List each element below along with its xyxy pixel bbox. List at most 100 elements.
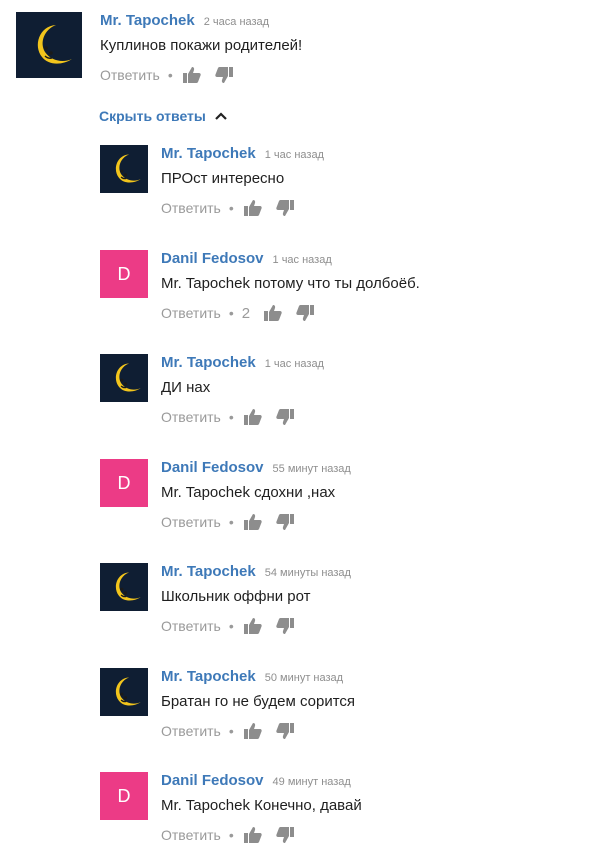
reply-button[interactable]: Ответить bbox=[161, 200, 221, 216]
thumbs-down-icon[interactable] bbox=[274, 720, 296, 742]
thumbs-up-icon[interactable] bbox=[181, 64, 203, 86]
reply-button[interactable]: Ответить bbox=[100, 67, 160, 83]
comment-header: Mr. Tapochek 50 минут назад bbox=[161, 668, 355, 685]
thumbs-down-icon[interactable] bbox=[274, 511, 296, 533]
reply-comment-3: Mr. Tapochek 1 час назад ДИ нах Ответить… bbox=[100, 354, 324, 428]
comment-time[interactable]: 2 часа назад bbox=[204, 16, 269, 28]
top-comment: Mr. Tapochek 2 часа назад Куплинов покаж… bbox=[16, 12, 302, 86]
avatar[interactable]: D bbox=[100, 250, 148, 298]
crescent-moon-avatar-icon bbox=[115, 154, 141, 183]
avatar[interactable]: D bbox=[100, 772, 148, 820]
comment-actions: Ответить • bbox=[100, 64, 302, 86]
comment-text: Mr. Tapochek сдохни ,нах bbox=[161, 484, 336, 501]
chevron-up-icon bbox=[214, 111, 228, 121]
reply-button[interactable]: Ответить bbox=[161, 409, 221, 425]
thumbs-up-icon[interactable] bbox=[242, 511, 264, 533]
thumbs-up-icon[interactable] bbox=[242, 720, 264, 742]
author-name[interactable]: Danil Fedosov bbox=[161, 459, 264, 476]
reply-button[interactable]: Ответить bbox=[161, 305, 221, 321]
comment-time[interactable]: 1 час назад bbox=[273, 254, 332, 266]
comment-time[interactable]: 1 час назад bbox=[265, 149, 324, 161]
comment-text: Школьник оффни рот bbox=[161, 588, 311, 605]
reply-comment-2: D Danil Fedosov 1 час назад Mr. Tapochek… bbox=[100, 250, 420, 324]
reply-comment-4: D Danil Fedosov 55 минут назад Mr. Tapoc… bbox=[100, 459, 351, 533]
comment-text: Mr. Tapochek Конечно, давай bbox=[161, 797, 362, 814]
comment-time[interactable]: 1 час назад bbox=[265, 358, 324, 370]
comment-text: Братан го не будем сорится bbox=[161, 693, 356, 710]
thumbs-down-icon[interactable] bbox=[294, 302, 316, 324]
reply-comment-7: D Danil Fedosov 49 минут назад Mr. Tapoc… bbox=[100, 772, 362, 846]
comment-header: Danil Fedosov 49 минут назад bbox=[161, 772, 362, 789]
reply-button[interactable]: Ответить bbox=[161, 618, 221, 634]
comment-body: Mr. Tapochek 1 час назад ДИ нах Ответить… bbox=[161, 354, 324, 428]
avatar[interactable] bbox=[100, 563, 148, 611]
comment-time[interactable]: 54 минуты назад bbox=[265, 567, 351, 579]
comment-text: Куплинов покажи родителей! bbox=[100, 37, 303, 54]
reply-button[interactable]: Ответить bbox=[161, 723, 221, 739]
comment-body: Mr. Tapochek 1 час назад ПРОст интересно… bbox=[161, 145, 324, 219]
separator-dot: • bbox=[228, 827, 234, 843]
avatar[interactable]: D bbox=[100, 459, 148, 507]
comment-actions: Ответить • bbox=[161, 406, 324, 428]
comment-body: Mr. Tapochek 54 минуты назад Школьник оф… bbox=[161, 563, 351, 637]
comment-text: ДИ нах bbox=[161, 379, 211, 396]
like-count: 2 bbox=[241, 304, 251, 322]
comment-actions: Ответить • bbox=[161, 511, 351, 533]
comment-actions: Ответить • bbox=[161, 720, 355, 742]
author-name[interactable]: Mr. Tapochek bbox=[161, 145, 256, 162]
avatar[interactable] bbox=[100, 145, 148, 193]
comment-text: Mr. Tapochek потому что ты долбоёб. bbox=[161, 275, 420, 292]
reply-comment-6: Mr. Tapochek 50 минут назад Братан го не… bbox=[100, 668, 355, 742]
author-name[interactable]: Mr. Tapochek bbox=[100, 12, 195, 29]
thumbs-down-icon[interactable] bbox=[274, 824, 296, 846]
author-name[interactable]: Mr. Tapochek bbox=[161, 668, 256, 685]
author-name[interactable]: Mr. Tapochek bbox=[161, 563, 256, 580]
comment-actions: Ответить • bbox=[161, 824, 362, 846]
crescent-moon-avatar-icon bbox=[115, 677, 141, 706]
avatar-letter: D bbox=[117, 263, 131, 284]
comment-body: Danil Fedosov 55 минут назад Mr. Tapoche… bbox=[161, 459, 351, 533]
comment-time[interactable]: 50 минут назад bbox=[265, 672, 343, 684]
comment-header: Danil Fedosov 1 час назад bbox=[161, 250, 420, 267]
avatar[interactable] bbox=[16, 12, 82, 78]
thumbs-up-icon[interactable] bbox=[242, 197, 264, 219]
comment-body: Mr. Tapochek 50 минут назад Братан го не… bbox=[161, 668, 355, 742]
comment-body: Danil Fedosov 49 минут назад Mr. Tapoche… bbox=[161, 772, 362, 846]
comment-body: Mr. Tapochek 2 часа назад Куплинов покаж… bbox=[100, 12, 302, 86]
comment-actions: Ответить • bbox=[161, 615, 351, 637]
avatar[interactable] bbox=[100, 354, 148, 402]
separator-dot: • bbox=[167, 67, 173, 83]
comment-body: Danil Fedosov 1 час назад Mr. Tapochek п… bbox=[161, 250, 420, 324]
thumbs-down-icon[interactable] bbox=[213, 64, 235, 86]
comment-header: Mr. Tapochek 1 час назад bbox=[161, 145, 324, 162]
hide-replies-label: Скрыть ответы bbox=[99, 108, 206, 124]
thumbs-down-icon[interactable] bbox=[274, 406, 296, 428]
thumbs-down-icon[interactable] bbox=[274, 197, 296, 219]
comment-header: Danil Fedosov 55 минут назад bbox=[161, 459, 351, 476]
comment-actions: Ответить • bbox=[161, 197, 324, 219]
hide-replies-toggle[interactable]: Скрыть ответы bbox=[99, 108, 228, 124]
author-name[interactable]: Mr. Tapochek bbox=[161, 354, 256, 371]
thumbs-down-icon[interactable] bbox=[274, 615, 296, 637]
separator-dot: • bbox=[228, 618, 234, 634]
reply-button[interactable]: Ответить bbox=[161, 514, 221, 530]
reply-comment-1: Mr. Tapochek 1 час назад ПРОст интересно… bbox=[100, 145, 324, 219]
separator-dot: • bbox=[228, 305, 234, 321]
comment-header: Mr. Tapochek 54 минуты назад bbox=[161, 563, 351, 580]
crescent-moon-avatar-icon bbox=[37, 25, 72, 64]
crescent-moon-avatar-icon bbox=[115, 363, 141, 392]
reply-comment-5: Mr. Tapochek 54 минуты назад Школьник оф… bbox=[100, 563, 351, 637]
thumbs-up-icon[interactable] bbox=[242, 615, 264, 637]
author-name[interactable]: Danil Fedosov bbox=[161, 250, 264, 267]
thumbs-up-icon[interactable] bbox=[262, 302, 284, 324]
separator-dot: • bbox=[228, 723, 234, 739]
separator-dot: • bbox=[228, 200, 234, 216]
thumbs-up-icon[interactable] bbox=[242, 824, 264, 846]
author-name[interactable]: Danil Fedosov bbox=[161, 772, 264, 789]
comment-time[interactable]: 55 минут назад bbox=[273, 463, 351, 475]
thumbs-up-icon[interactable] bbox=[242, 406, 264, 428]
comment-time[interactable]: 49 минут назад bbox=[273, 776, 351, 788]
crescent-moon-avatar-icon bbox=[115, 572, 141, 601]
reply-button[interactable]: Ответить bbox=[161, 827, 221, 843]
avatar[interactable] bbox=[100, 668, 148, 716]
